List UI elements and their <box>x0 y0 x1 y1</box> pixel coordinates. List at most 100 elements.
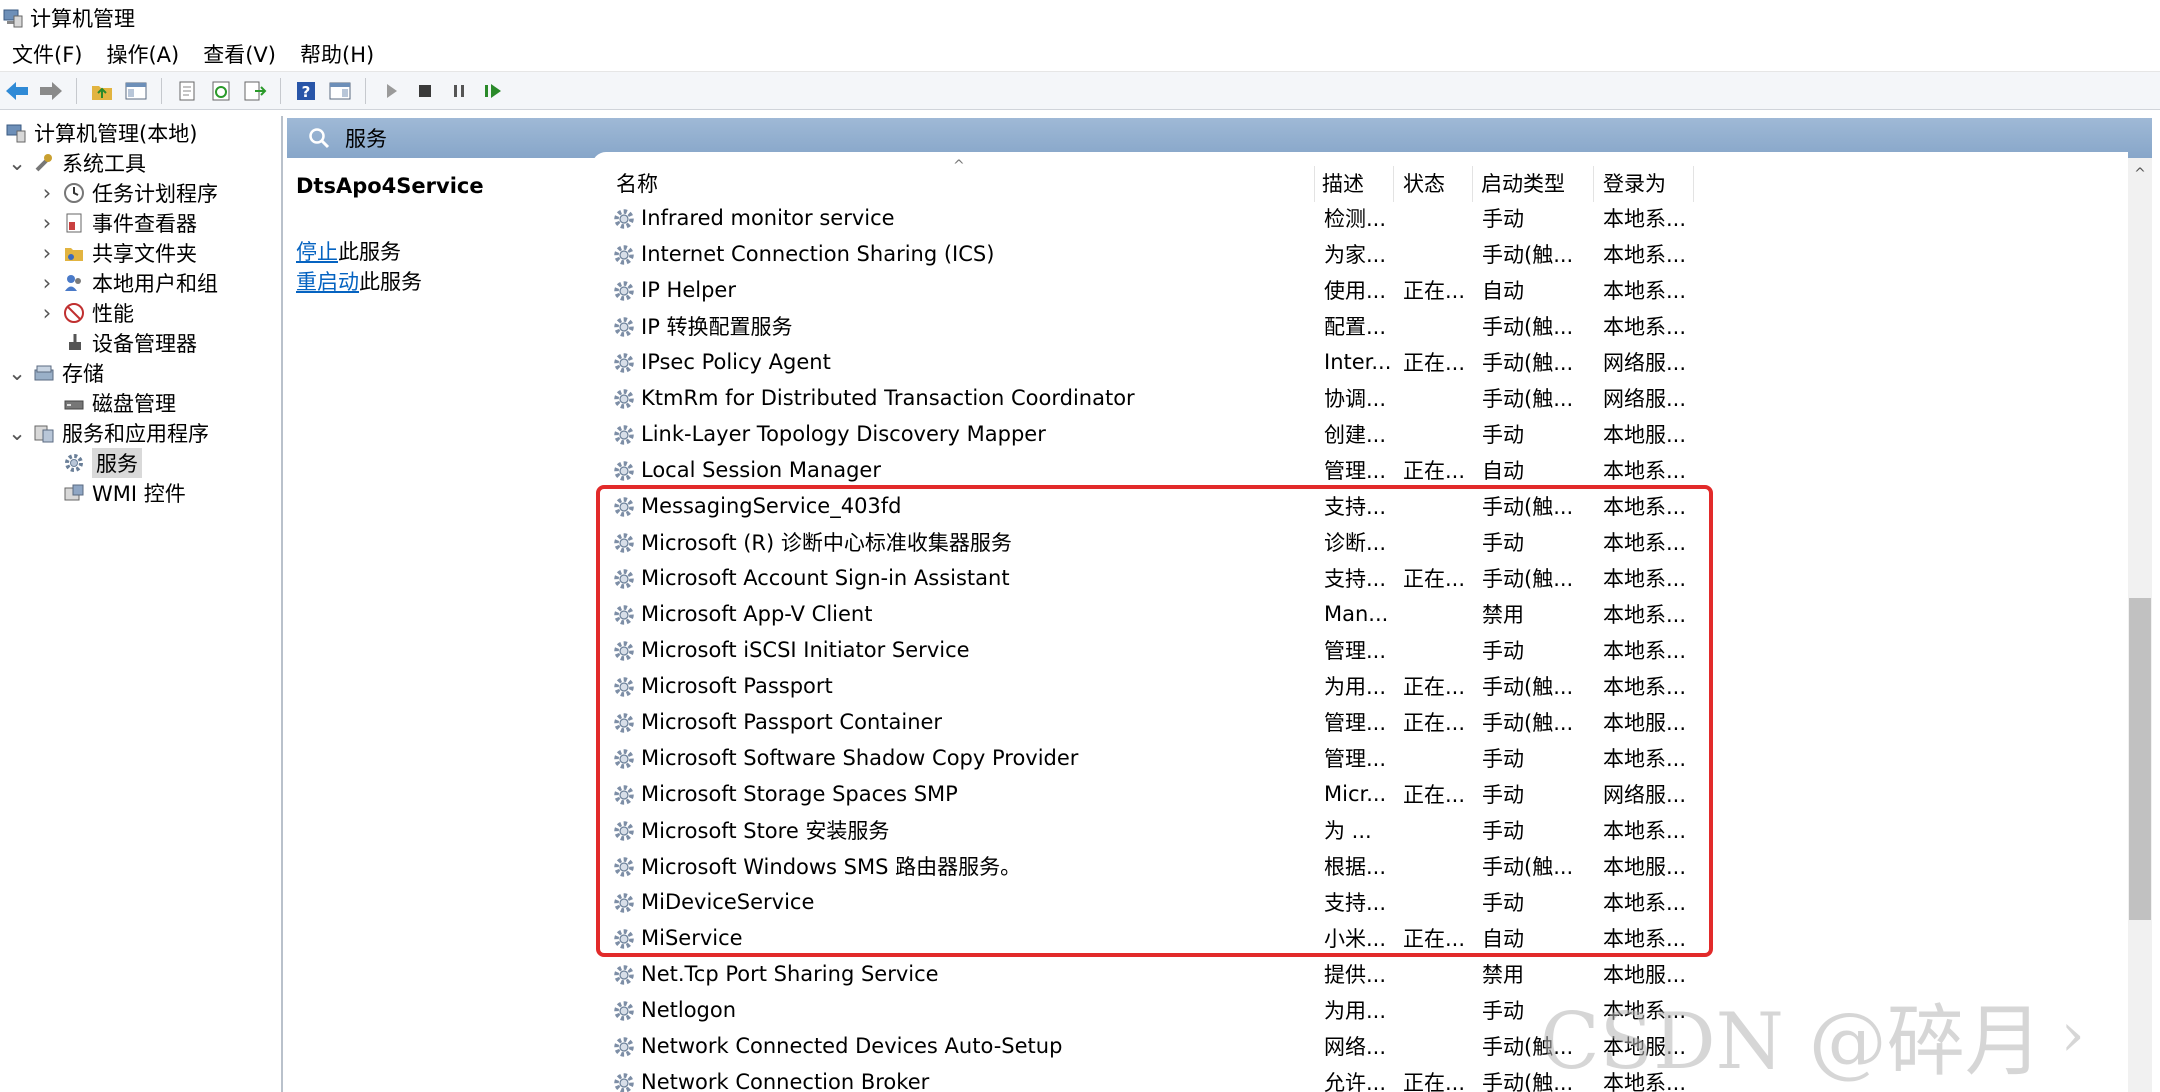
window-title: 计算机管理 <box>30 7 135 31</box>
stop-service-link[interactable]: 停止 <box>296 240 338 264</box>
service-description-cell: 检测... <box>1324 207 1387 231</box>
chevron-right-icon[interactable]: › <box>38 211 56 235</box>
show-hide-action-pane-icon[interactable] <box>326 77 354 105</box>
service-log-on-as-cell: 网络服... <box>1603 387 1687 411</box>
tree-label: 共享文件夹 <box>92 242 197 266</box>
restart-service-icon[interactable] <box>479 77 507 105</box>
table-row[interactable]: IP 转换配置服务 配置... 手动(触... 本地系... <box>612 308 1712 344</box>
start-service-icon[interactable] <box>377 77 405 105</box>
table-row[interactable]: IPsec Policy Agent Inter... 正在... 手动(触... 网络… <box>612 344 1712 380</box>
users-icon <box>62 271 86 295</box>
column-header-log-on-as[interactable]: 登录为 <box>1603 168 1666 198</box>
column-divider[interactable] <box>1314 166 1315 202</box>
restart-service-link[interactable]: 重启动 <box>296 270 359 294</box>
tree-item-event-viewer[interactable]: › 事件查看器 <box>38 208 197 238</box>
service-name-cell: Network Connection Broker <box>641 1070 930 1092</box>
tree-item-task-scheduler[interactable]: › 任务计划程序 <box>38 178 218 208</box>
back-arrow-icon[interactable] <box>3 77 31 105</box>
chevron-down-icon[interactable]: ⌄ <box>8 361 26 385</box>
forward-arrow-icon[interactable] <box>37 77 65 105</box>
service-gear-icon <box>612 1071 636 1092</box>
column-divider[interactable] <box>1693 166 1694 202</box>
column-divider[interactable] <box>1393 166 1394 202</box>
table-row[interactable]: Link-Layer Topology Discovery Mapper 创建..… <box>612 416 1712 452</box>
disk-icon <box>62 391 86 415</box>
tree-item-disk-management[interactable]: 磁盘管理 <box>62 388 176 418</box>
menu-file[interactable]: 文件(F) <box>0 36 94 72</box>
tree-item-device-manager[interactable]: 设备管理器 <box>62 328 197 358</box>
chevron-right-icon[interactable]: › <box>38 241 56 265</box>
stop-service-icon[interactable] <box>411 77 439 105</box>
service-name-cell: IP 转换配置服务 <box>641 315 793 339</box>
watermark-chevron-icon: › <box>2060 1000 2085 1070</box>
table-row[interactable]: Infrared monitor service 检测... 手动 本地系... <box>612 200 1712 236</box>
service-description-cell: 管理... <box>1324 459 1387 483</box>
chevron-down-icon[interactable]: ⌄ <box>8 421 26 445</box>
chevron-down-icon[interactable]: ⌄ <box>8 151 26 175</box>
toolbar: ? <box>0 72 2160 110</box>
services-apps-icon <box>32 421 56 445</box>
service-name-cell: IP Helper <box>641 278 736 302</box>
service-gear-icon <box>612 207 636 231</box>
column-header-startup-type[interactable]: 启动类型 <box>1481 168 1565 198</box>
tree-label: 任务计划程序 <box>92 182 218 206</box>
tree-item-root[interactable]: 计算机管理(本地) <box>4 118 197 148</box>
extended-description-pane: DtsApo4Service 停止此服务 重启动此服务 <box>290 158 590 1092</box>
action-suffix: 此服务 <box>338 240 401 264</box>
properties-icon[interactable] <box>173 77 201 105</box>
pause-service-icon[interactable] <box>445 77 473 105</box>
column-divider[interactable] <box>1472 166 1473 202</box>
vertical-scrollbar[interactable]: ^ <box>2128 158 2152 1092</box>
column-header-name[interactable]: 名称 <box>616 168 658 198</box>
tree-label: 设备管理器 <box>92 332 197 356</box>
tree-label: 计算机管理(本地) <box>34 122 198 146</box>
restart-service-action: 重启动此服务 <box>296 266 422 296</box>
refresh-icon[interactable] <box>207 77 235 105</box>
performance-icon <box>62 301 86 325</box>
table-row[interactable]: IP Helper 使用... 正在... 自动 本地系... <box>612 272 1712 308</box>
table-row[interactable]: KtmRm for Distributed Transaction Coordi… <box>612 380 1712 416</box>
menu-action[interactable]: 操作(A) <box>94 36 191 72</box>
service-gear-icon <box>612 387 636 411</box>
up-folder-icon[interactable] <box>88 77 116 105</box>
service-log-on-as-cell: 网络服... <box>1603 351 1687 375</box>
toolbar-separator <box>161 77 162 104</box>
table-row[interactable]: Local Session Manager 管理... 正在... 自动 本地系... <box>612 452 1712 488</box>
tree-label: 磁盘管理 <box>92 392 176 416</box>
column-header-status[interactable]: 状态 <box>1403 168 1445 198</box>
tree-item-shared-folders[interactable]: › 共享文件夹 <box>38 238 197 268</box>
tree-item-local-users[interactable]: › 本地用户和组 <box>38 268 218 298</box>
column-divider[interactable] <box>1593 166 1594 202</box>
service-gear-icon <box>612 243 636 267</box>
help-icon[interactable]: ? <box>292 77 320 105</box>
service-name-cell: Net.Tcp Port Sharing Service <box>641 962 939 986</box>
tree-item-wmi[interactable]: WMI 控件 <box>62 478 186 508</box>
scroll-up-arrow-icon[interactable]: ^ <box>2128 164 2152 184</box>
menu-view[interactable]: 查看(V) <box>191 36 288 72</box>
service-status-cell: 正在... <box>1403 351 1466 375</box>
chevron-right-icon[interactable]: › <box>38 301 56 325</box>
svg-text:?: ? <box>302 83 311 101</box>
export-list-icon[interactable] <box>241 77 269 105</box>
table-row[interactable]: Internet Connection Sharing (ICS) 为家... 手动… <box>612 236 1712 272</box>
tree-label: 系统工具 <box>62 152 146 176</box>
column-header-description[interactable]: 描述 <box>1322 168 1364 198</box>
show-hide-tree-icon[interactable] <box>122 77 150 105</box>
service-startup-type-cell: 手动 <box>1482 423 1524 447</box>
chevron-right-icon[interactable]: › <box>38 181 56 205</box>
tree-label: 存储 <box>62 362 104 386</box>
search-gear-icon <box>309 128 330 149</box>
tree-item-performance[interactable]: › 性能 <box>38 298 134 328</box>
tree-item-storage[interactable]: ⌄ 存储 <box>8 358 104 388</box>
service-log-on-as-cell: 本地系... <box>1603 207 1687 231</box>
tree-item-system-tools[interactable]: ⌄ 系统工具 <box>8 148 146 178</box>
service-description-cell: 使用... <box>1324 279 1387 303</box>
clock-icon <box>62 181 86 205</box>
service-description-cell: 为家... <box>1324 243 1387 267</box>
title-bar: 计算机管理 <box>0 0 2160 36</box>
scrollbar-thumb[interactable] <box>2129 598 2151 920</box>
tree-item-services[interactable]: 服务 <box>62 448 142 478</box>
menu-help[interactable]: 帮助(H) <box>288 36 386 72</box>
tree-item-services-apps[interactable]: ⌄ 服务和应用程序 <box>8 418 209 448</box>
chevron-right-icon[interactable]: › <box>38 271 56 295</box>
